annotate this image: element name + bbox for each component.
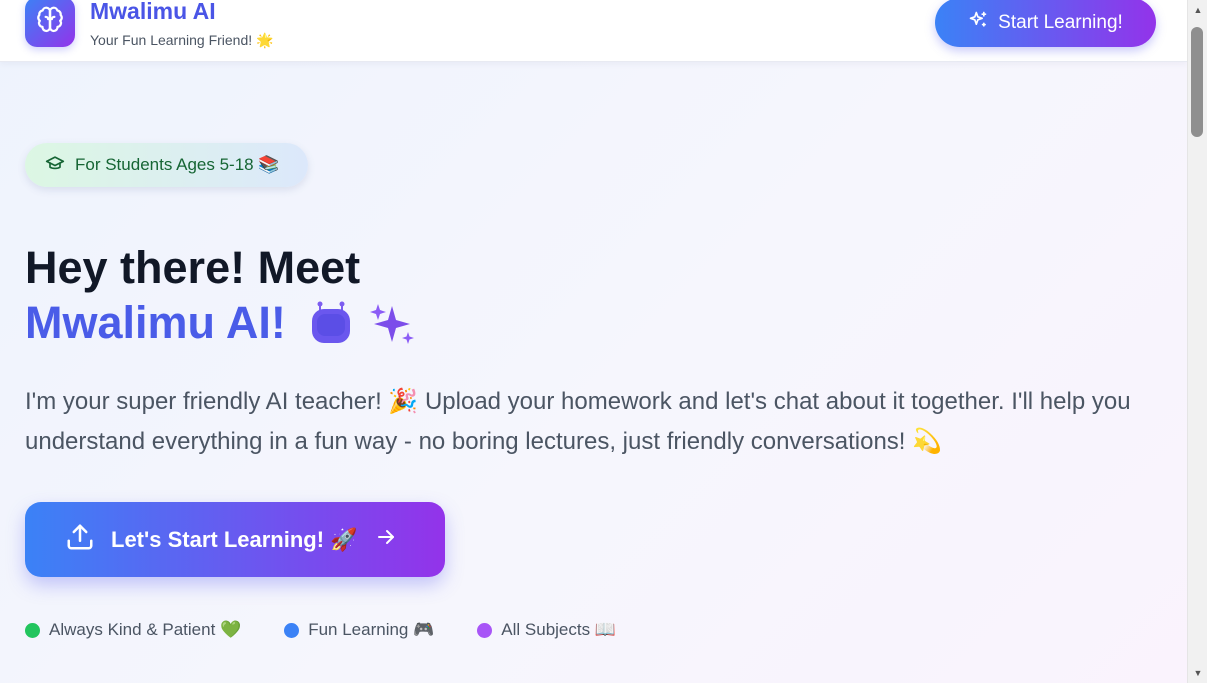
logo[interactable] (25, 0, 75, 47)
age-badge-label: For Students Ages 5-18 📚 (75, 155, 280, 174)
robot-icon (308, 300, 354, 346)
headline-line-1: Hey there! Meet (25, 242, 361, 293)
vertical-scrollbar[interactable]: ▲ ▼ (1187, 0, 1207, 683)
headline-line-2: Mwalimu AI! (25, 297, 416, 349)
start-learning-button-label: Start Learning! (998, 11, 1123, 33)
headline-brand: Mwalimu AI! (25, 297, 286, 348)
feature-list: Always Kind & Patient 💚 Fun Learning 🎮 A… (25, 618, 659, 642)
blue-dot-icon (284, 622, 300, 638)
feature-label: All Subjects 📖 (501, 620, 616, 639)
feature-item-subjects: All Subjects 📖 (477, 620, 616, 640)
brain-icon (35, 5, 65, 40)
page: Mwalimu AI Your Fun Learning Friend! 🌟 S… (0, 0, 1187, 683)
scroll-thumb[interactable] (1191, 27, 1203, 137)
start-learning-button[interactable]: Start Learning! (935, 0, 1156, 47)
feature-label: Fun Learning 🎮 (308, 620, 435, 639)
top-header: Mwalimu AI Your Fun Learning Friend! 🌟 S… (0, 0, 1187, 62)
feature-label: Always Kind & Patient 💚 (49, 620, 242, 639)
age-badge: For Students Ages 5-18 📚 (25, 143, 308, 187)
scroll-down-arrow-icon[interactable]: ▼ (1188, 665, 1207, 681)
green-dot-icon (25, 622, 40, 638)
hero-description: I'm your super friendly AI teacher! 🎉 Up… (25, 388, 1131, 455)
cta-label: Let's Start Learning! 🚀 (111, 526, 358, 552)
sparkles-emoji-icon (368, 300, 416, 346)
arrow-right-icon (374, 525, 398, 555)
feature-item-fun: Fun Learning 🎮 (284, 620, 434, 640)
scroll-up-arrow-icon[interactable]: ▲ (1188, 2, 1207, 18)
purple-dot-icon (477, 622, 493, 638)
brand-subtitle: Your Fun Learning Friend! 🌟 (90, 32, 274, 48)
sparkles-icon (968, 10, 988, 36)
graduation-cap-icon (45, 153, 65, 178)
brand-title: Mwalimu AI (90, 0, 216, 24)
upload-icon (65, 522, 95, 558)
feature-item-kind: Always Kind & Patient 💚 (25, 620, 241, 640)
start-learning-cta-button[interactable]: Let's Start Learning! 🚀 (25, 502, 445, 577)
